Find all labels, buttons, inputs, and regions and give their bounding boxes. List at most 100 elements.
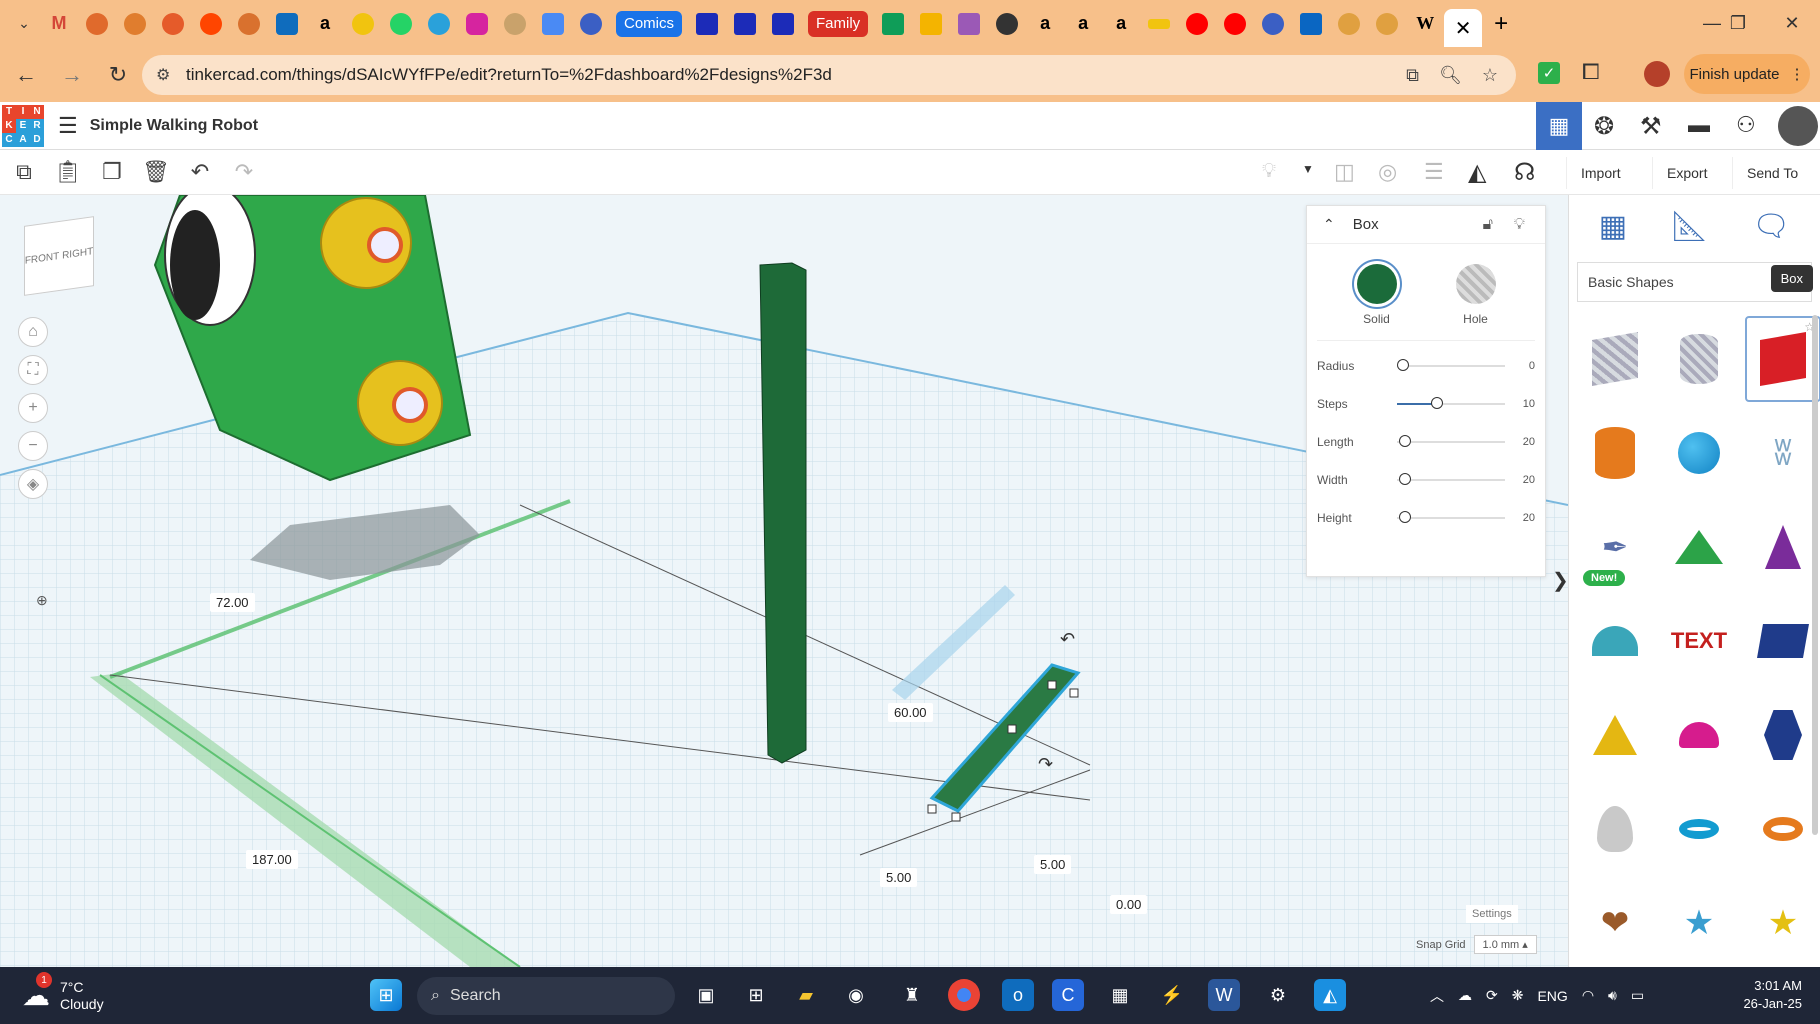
tinkercad-logo[interactable]: T I N K E R C A D [2, 104, 44, 147]
shape-cylinder-hole[interactable] [1661, 316, 1737, 402]
site-tab[interactable] [1368, 7, 1406, 41]
shape-star-yellow[interactable]: ★ [1745, 880, 1820, 966]
telegram-tab[interactable] [420, 7, 458, 41]
paste-icon[interactable]: 📋︎ [46, 152, 90, 192]
shape-sphere[interactable] [1661, 410, 1737, 496]
view-cube[interactable]: FRONT RIGHT [24, 216, 94, 296]
mirror-icon[interactable]: ◭ [1468, 158, 1486, 187]
reload-icon[interactable]: ↻ [98, 55, 138, 95]
shape-cylinder[interactable] [1577, 410, 1653, 496]
chatgpt-tab[interactable] [988, 7, 1026, 41]
outlook-tab[interactable] [268, 7, 306, 41]
open-in-app-icon[interactable]: ⧉ [1406, 65, 1419, 86]
shape-round-roof[interactable] [1577, 598, 1653, 684]
briefcase-icon[interactable]: ▬ [1688, 112, 1710, 138]
shape-text[interactable]: TEXT [1661, 598, 1737, 684]
add-user-icon[interactable]: ⚇ [1736, 112, 1756, 138]
url-field[interactable]: ⚙ tinkercad.com/things/dSAIcWYfFPe/edit?… [142, 55, 1516, 95]
task-view-icon[interactable]: ▣ [690, 979, 722, 1011]
site-tab[interactable] [1330, 7, 1368, 41]
taskbar-search[interactable]: ⌕ Search [417, 977, 675, 1015]
gmail-tab[interactable]: M [40, 7, 78, 41]
drive-tab[interactable] [912, 7, 950, 41]
finish-update-button[interactable]: Finish update ⋮ [1684, 54, 1810, 94]
dimension-label[interactable]: 187.00 [246, 850, 298, 869]
solid-swatch[interactable] [1356, 264, 1397, 304]
app-tray-icon[interactable]: ❋ [1512, 987, 1524, 1004]
close-tab-icon[interactable]: ✕ [1444, 9, 1483, 47]
outlook-icon[interactable]: o [1002, 979, 1034, 1011]
tab-group-comics[interactable]: Comics [616, 10, 683, 37]
profile-avatar[interactable] [1644, 61, 1670, 87]
slider-knob[interactable] [1399, 473, 1411, 485]
youtube-tab[interactable] [1178, 7, 1216, 41]
hole-swatch[interactable] [1455, 264, 1496, 304]
solid-option[interactable]: Solid [1356, 264, 1397, 326]
language-indicator[interactable]: ENG [1537, 988, 1567, 1004]
shape-roof[interactable] [1661, 504, 1737, 590]
site-tab[interactable] [154, 7, 192, 41]
param-slider[interactable] [1397, 435, 1505, 447]
codeblocks-icon[interactable]: ⚒ [1640, 112, 1662, 141]
3d-view-button[interactable]: ▦ [1536, 102, 1582, 150]
ungroup-icon[interactable]: ◎ [1378, 159, 1397, 185]
reddit-tab[interactable] [192, 7, 230, 41]
site-tab[interactable] [230, 7, 268, 41]
photos-icon[interactable]: ◭ [1314, 979, 1346, 1011]
store-icon[interactable]: ⊞ [740, 979, 772, 1011]
shape-cone[interactable] [1745, 504, 1820, 590]
light-bulb-icon[interactable]: 💡︎ [1262, 160, 1276, 183]
back-icon[interactable]: ← [6, 55, 46, 95]
notes-icon[interactable]: 🗨︎ [1752, 209, 1790, 244]
wifi-icon[interactable]: ◠ [1582, 987, 1594, 1004]
param-slider[interactable] [1397, 359, 1505, 371]
light-bulb-icon[interactable]: 💡︎ [1514, 216, 1525, 234]
settings-button[interactable]: Settings [1466, 905, 1518, 923]
cruise-icon[interactable]: ☊ [1514, 158, 1535, 187]
shape-hexagonal-prism[interactable] [1745, 692, 1820, 778]
site-tab[interactable] [764, 7, 802, 41]
site-tab[interactable] [726, 7, 764, 41]
calculator-icon[interactable]: ▦ [1104, 979, 1136, 1011]
export-button[interactable]: Export [1652, 157, 1721, 189]
slider-knob[interactable] [1431, 397, 1443, 409]
hole-option[interactable]: Hole [1455, 264, 1496, 326]
amazon-tab[interactable]: a [1064, 7, 1102, 41]
linkedin-tab[interactable] [1292, 7, 1330, 41]
lock-icon[interactable]: 🔓︎ [1483, 216, 1493, 234]
new-tab-icon[interactable]: + [1482, 7, 1520, 41]
forward-icon[interactable]: → [52, 55, 92, 95]
site-tab[interactable] [116, 7, 154, 41]
blocks-icon[interactable]: ❂ [1594, 112, 1614, 141]
snap-grid-select[interactable]: 1.0 mm ▴ [1473, 935, 1537, 954]
window-close-icon[interactable]: ✕ [1764, 0, 1820, 47]
bookmark-star-icon[interactable]: ☆ [1482, 65, 1498, 86]
shape-scribble[interactable]: ʬ [1745, 410, 1820, 496]
steam-icon[interactable]: ◉ [840, 979, 872, 1011]
site-tab[interactable] [344, 7, 382, 41]
translate-tab[interactable] [534, 7, 572, 41]
collapse-panel-chevron-icon[interactable]: ❯ [1552, 568, 1569, 593]
sync-icon[interactable]: ⟳ [1486, 987, 1498, 1004]
youtube-tab[interactable] [1216, 7, 1254, 41]
tab-group-family[interactable]: Family [808, 10, 869, 37]
weather-widget[interactable]: ☁ 1 7°C Cloudy [22, 972, 104, 1013]
file-explorer-icon[interactable]: ▰ [790, 979, 822, 1011]
site-tab[interactable] [950, 7, 988, 41]
shape-box-hole[interactable] [1577, 316, 1653, 402]
param-value[interactable]: 20 [1515, 436, 1535, 448]
dimension-label[interactable]: 72.00 [210, 593, 255, 612]
slider-knob[interactable] [1399, 435, 1411, 447]
restore-icon[interactable]: ❐ [1710, 0, 1766, 47]
shape-tube[interactable] [1745, 786, 1820, 872]
site-tab[interactable] [572, 7, 610, 41]
site-tab[interactable] [1140, 7, 1178, 41]
windows-start-icon[interactable]: ⊞ [370, 979, 402, 1011]
duplicate-icon[interactable]: ❐ [90, 152, 134, 192]
dimension-label[interactable]: 5.00 [880, 868, 918, 887]
amazon-tab[interactable]: a [1026, 7, 1064, 41]
volume-icon[interactable]: 🔊︎ [1608, 987, 1617, 1004]
shape-box[interactable]: ☆ [1745, 316, 1820, 402]
home-view-icon[interactable]: ⌂ [18, 317, 48, 347]
fit-view-icon[interactable]: ⛶ [18, 355, 48, 385]
